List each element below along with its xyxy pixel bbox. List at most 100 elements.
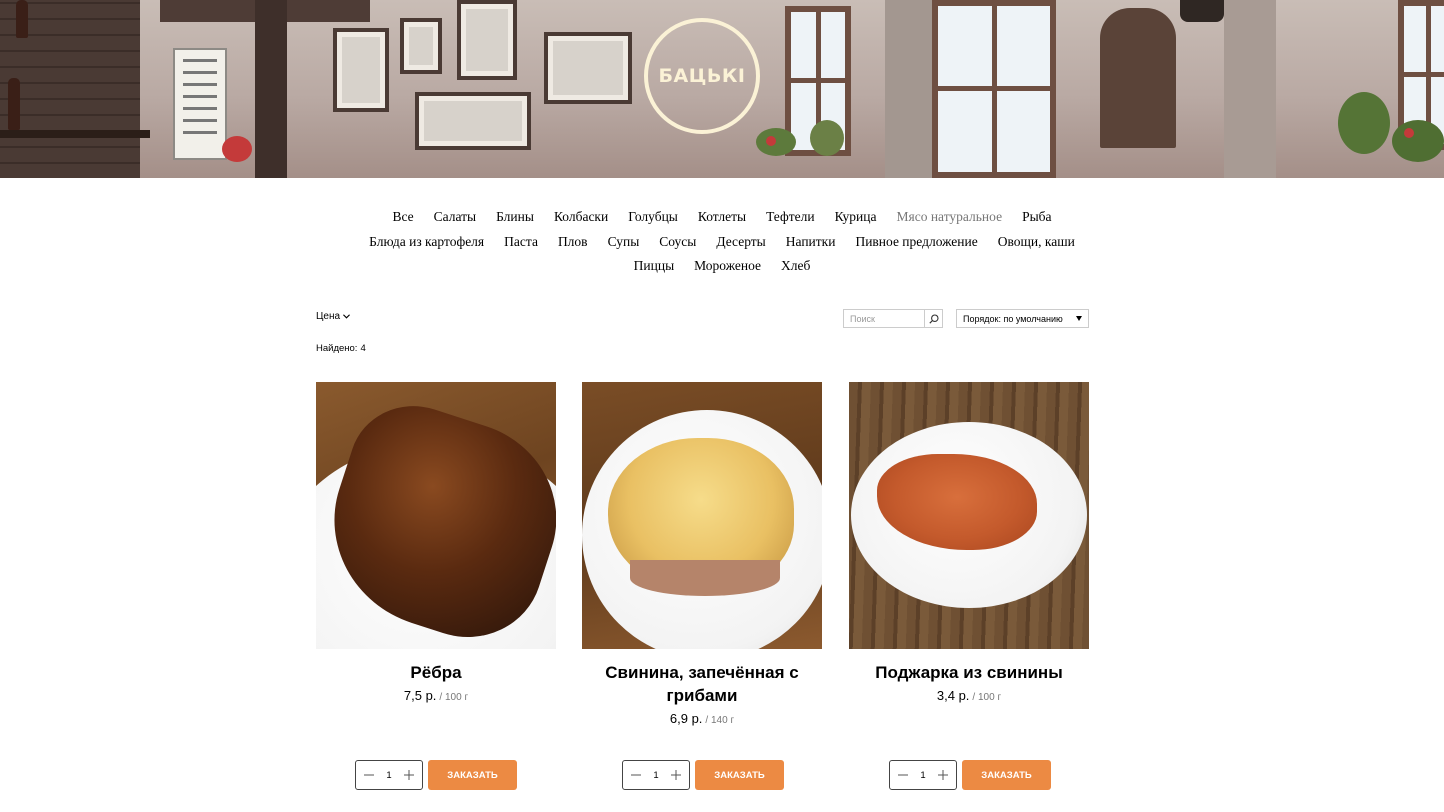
category-link[interactable]: Соусы (659, 234, 696, 250)
category-link[interactable]: Котлеты (698, 209, 746, 225)
logo-text: БАЦЬКІ (658, 65, 746, 87)
plus-icon (938, 770, 948, 780)
increase-button[interactable] (936, 768, 950, 782)
picture-frame (400, 18, 442, 74)
wall-plaque (1100, 8, 1176, 148)
flower (766, 136, 776, 146)
quantity-stepper (355, 760, 423, 790)
minus-icon (898, 774, 908, 776)
category-link[interactable]: Рыба (1022, 209, 1051, 225)
caret-down-icon (1076, 316, 1082, 321)
results-count: Найдено: 4 (316, 343, 366, 354)
category-row: Все Салаты Блины Колбаски Голубцы Котлеты Тефт… (0, 205, 1444, 230)
sort-select[interactable]: Порядок: по умолчанию (956, 309, 1089, 328)
order-button[interactable]: ЗАКАЗАТЬ (428, 760, 517, 790)
category-link[interactable]: Паста (504, 234, 538, 250)
product-image[interactable] (582, 382, 822, 649)
price-unit: / 100 г (439, 692, 469, 703)
price-value: 7,5 р. (403, 688, 437, 703)
decrease-button[interactable] (362, 768, 376, 782)
plant (756, 128, 796, 156)
category-link[interactable]: Курица (835, 209, 877, 225)
price-filter-toggle[interactable]: Цена (316, 311, 351, 322)
chevron-down-icon (343, 314, 351, 319)
lamp (1180, 0, 1224, 22)
minus-icon (631, 774, 641, 776)
product-title[interactable]: Свинина, запечённая с грибами (582, 661, 822, 707)
product-price: 7,5 р./ 100 г (316, 688, 556, 703)
order-controls: ЗАКАЗАТЬ (889, 760, 1051, 790)
found-label: Найдено: (316, 343, 358, 354)
quantity-input[interactable] (379, 769, 399, 781)
category-link[interactable]: Колбаски (554, 209, 608, 225)
category-row: Пиццы Мороженое Хлеб (0, 254, 1444, 279)
category-link[interactable]: Мороженое (694, 258, 761, 274)
order-button[interactable]: ЗАКАЗАТЬ (695, 760, 784, 790)
window (932, 0, 1056, 178)
found-count: 4 (360, 343, 366, 354)
category-link[interactable]: Пиццы (634, 258, 675, 274)
quantity-input[interactable] (646, 769, 666, 781)
category-link[interactable]: Все (392, 209, 413, 225)
category-row: Блюда из картофеля Паста Плов Супы Соусы Десе… (0, 230, 1444, 255)
stone-pillar (1224, 0, 1276, 178)
search-input[interactable] (844, 310, 924, 327)
product-image[interactable] (316, 382, 556, 649)
category-link[interactable]: Супы (608, 234, 640, 250)
bottle (16, 0, 28, 38)
wooden-beam (255, 0, 287, 178)
category-link[interactable]: Напитки (786, 234, 836, 250)
plus-icon (404, 770, 414, 780)
product-title[interactable]: Поджарка из свинины (849, 661, 1089, 684)
plant (810, 120, 844, 156)
category-link[interactable]: Салаты (434, 209, 476, 225)
category-link[interactable]: Хлеб (781, 258, 810, 274)
product-card: Свинина, запечённая с грибами 6,9 р./ 14… (582, 382, 822, 726)
picture-frame (415, 92, 531, 150)
search-box (843, 309, 943, 328)
product-card: Поджарка из свинины 3,4 р./ 100 г (849, 382, 1089, 703)
category-link[interactable]: Плов (558, 234, 588, 250)
picture-frame (544, 32, 632, 104)
brand-logo[interactable]: БАЦЬКІ (644, 18, 760, 134)
product-image[interactable] (849, 382, 1089, 649)
product-card: Рёбра 7,5 р./ 100 г (316, 382, 556, 703)
picture-frame (333, 28, 389, 112)
category-link[interactable]: Блюда из картофеля (369, 234, 484, 250)
stone-pillar (885, 0, 935, 178)
shelf (0, 130, 150, 138)
category-link[interactable]: Голубцы (628, 209, 678, 225)
category-link[interactable]: Десерты (716, 234, 765, 250)
increase-button[interactable] (669, 768, 683, 782)
quantity-input[interactable] (913, 769, 933, 781)
quantity-stepper (622, 760, 690, 790)
price-unit: / 140 г (705, 715, 735, 726)
product-title[interactable]: Рёбра (316, 661, 556, 684)
decrease-button[interactable] (896, 768, 910, 782)
price-value: 3,4 р. (936, 688, 970, 703)
flowers (222, 136, 252, 162)
quantity-stepper (889, 760, 957, 790)
menu-poster (173, 48, 227, 160)
category-link[interactable]: Пивное предложение (855, 234, 977, 250)
increase-button[interactable] (402, 768, 416, 782)
picture-frame (457, 0, 517, 80)
category-link[interactable]: Тефтели (766, 209, 815, 225)
minus-icon (364, 774, 374, 776)
category-link[interactable]: Блины (496, 209, 534, 225)
order-button[interactable]: ЗАКАЗАТЬ (962, 760, 1051, 790)
order-controls: ЗАКАЗАТЬ (355, 760, 517, 790)
flower (1404, 128, 1414, 138)
price-value: 6,9 р. (669, 711, 703, 726)
search-button[interactable] (924, 310, 942, 327)
order-controls: ЗАКАЗАТЬ (622, 760, 784, 790)
category-nav: Все Салаты Блины Колбаски Голубцы Котлеты Тефт… (0, 205, 1444, 279)
plant (1338, 92, 1390, 154)
sort-label: Порядок: по умолчанию (963, 313, 1063, 324)
plant (1392, 120, 1444, 162)
category-link[interactable]: Мясо натуральное (897, 209, 1003, 225)
product-price: 3,4 р./ 100 г (849, 688, 1089, 703)
category-link[interactable]: Овощи, каши (998, 234, 1075, 250)
header-banner: БАЦЬКІ (0, 0, 1444, 178)
decrease-button[interactable] (629, 768, 643, 782)
